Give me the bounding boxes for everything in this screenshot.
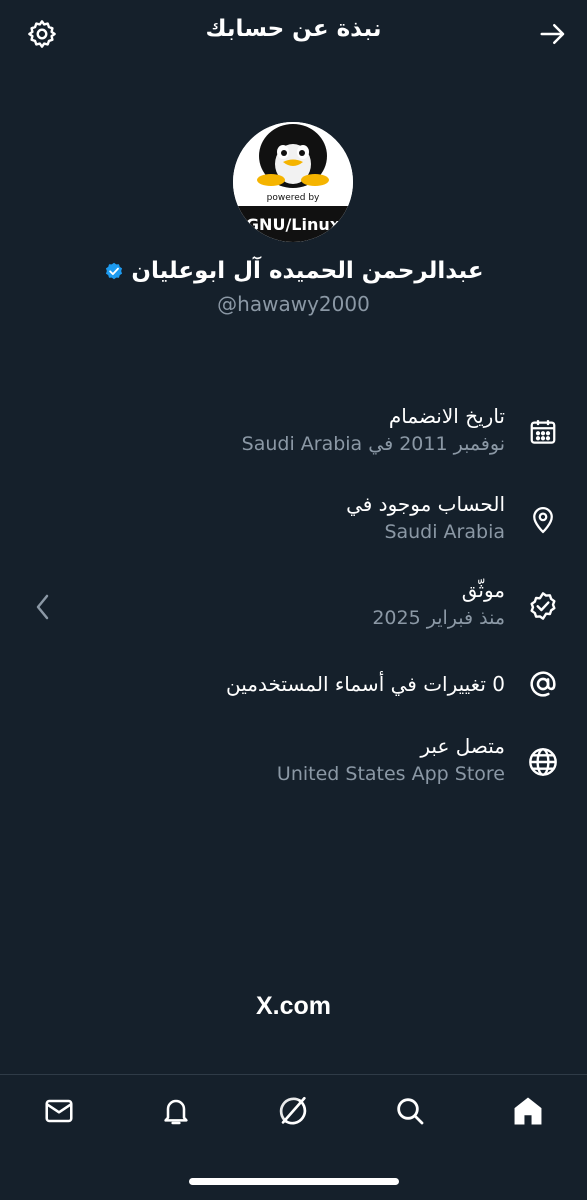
verified-badge-outline-icon (523, 586, 563, 626)
avatar-text: GNU/Linux (246, 215, 341, 234)
bottom-tab-bar (0, 1075, 587, 1150)
tab-home[interactable] (506, 1091, 550, 1131)
info-subtitle-location: Saudi Arabia (384, 521, 505, 543)
home-indicator[interactable] (189, 1178, 399, 1185)
info-subtitle-joined: نوفمبر 2011 في Saudi Arabia (241, 433, 505, 455)
info-subtitle-connected-via: United States App Store (276, 763, 505, 785)
calendar-icon (523, 412, 563, 452)
info-title-username-changes: 0 تغييرات في أسماء المستخدمين (226, 672, 505, 696)
info-row-connected-via: متصل عبر United States App Store (0, 732, 587, 802)
avatar-caption: powered by (267, 193, 320, 203)
location-pin-icon (523, 500, 563, 540)
avatar[interactable]: powered by GNU/Linux (233, 122, 353, 242)
info-title-verified: موثّق (461, 578, 505, 602)
tab-messages[interactable] (37, 1091, 81, 1131)
globe-icon (523, 742, 563, 782)
info-title-location: الحساب موجود في (346, 492, 505, 516)
profile-name-row: عبدالرحمن الحميده آل ابوعليان (0, 258, 587, 284)
info-title-joined: تاريخ الانضمام (388, 404, 505, 428)
penguin-avatar-image: powered by GNU/Linux (233, 122, 353, 242)
info-row-verified[interactable]: موثّق منذ فبراير 2025 (0, 576, 587, 646)
x-com-link[interactable]: X.com (0, 992, 587, 1021)
verified-badge-icon (103, 260, 125, 282)
chevron-left-icon (30, 592, 56, 622)
info-row-location: الحساب موجود في Saudi Arabia (0, 490, 587, 560)
page-title: نبذة عن حسابك (205, 16, 382, 42)
info-row-joined: تاريخ الانضمام نوفمبر 2011 في Saudi Arab… (0, 402, 587, 472)
grok-icon (279, 1096, 307, 1125)
info-title-connected-via: متصل عبر (420, 734, 505, 758)
back-button[interactable] (533, 14, 573, 54)
profile-name: عبدالرحمن الحميده آل ابوعليان (131, 258, 484, 284)
at-sign-icon (523, 664, 563, 704)
bell-icon (164, 1099, 188, 1125)
tab-grok[interactable] (271, 1091, 315, 1131)
info-subtitle-verified: منذ فبراير 2025 (372, 607, 505, 629)
mail-icon (45, 1099, 73, 1123)
top-bar: نبذة عن حسابك (0, 0, 587, 70)
profile-handle: @hawawy2000 (217, 292, 370, 316)
search-icon (397, 1098, 424, 1125)
tab-notifications[interactable] (154, 1091, 198, 1131)
info-row-username-changes: 0 تغييرات في أسماء المستخدمين (0, 664, 587, 734)
arrow-right-icon (540, 24, 565, 44)
home-icon (514, 1097, 542, 1125)
tab-search[interactable] (388, 1091, 432, 1131)
